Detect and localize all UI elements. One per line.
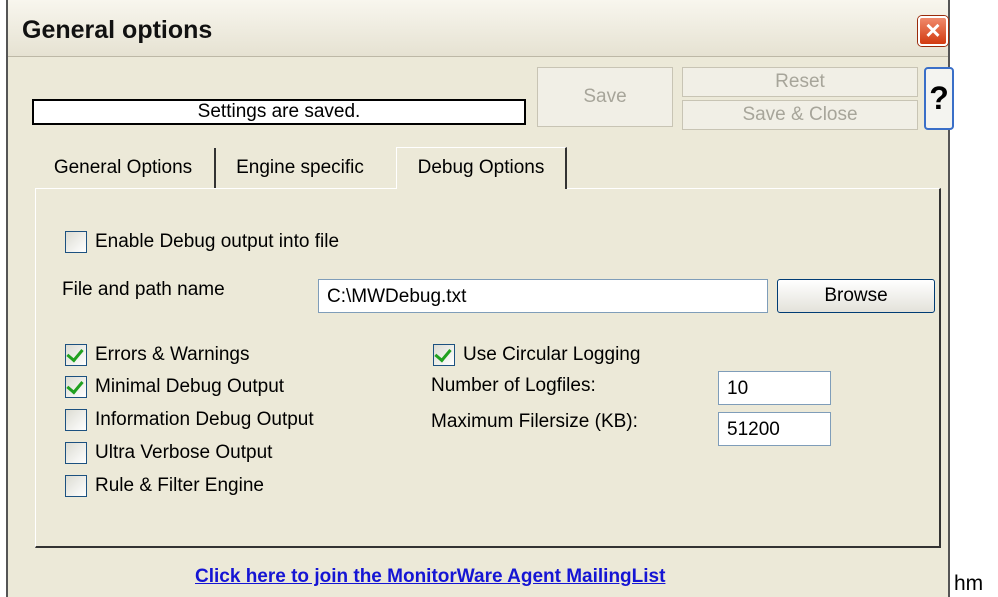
outside-text: hm	[954, 572, 984, 595]
file-path-field[interactable]: C:\MWDebug.txt	[318, 279, 768, 313]
tab-general-options[interactable]: General Options	[32, 148, 216, 188]
minimal-debug-label: Minimal Debug Output	[95, 376, 285, 397]
close-icon: ×	[925, 15, 941, 45]
mailing-list-link[interactable]: Click here to join the MonitorWare Agent…	[195, 566, 665, 588]
enable-debug-checkbox[interactable]	[65, 231, 87, 253]
check-icon	[66, 344, 84, 363]
browse-button[interactable]: Browse	[777, 279, 935, 313]
status-text: Settings are saved.	[32, 99, 526, 125]
rule-filter-checkbox[interactable]	[65, 475, 87, 497]
check-icon	[434, 344, 452, 363]
errors-warnings-checkbox[interactable]	[65, 344, 87, 366]
ultra-verbose-checkbox[interactable]	[65, 442, 87, 464]
errors-warnings-label: Errors & Warnings	[95, 344, 250, 365]
information-debug-label: Information Debug Output	[95, 409, 314, 430]
max-filesize-field[interactable]: 51200	[718, 412, 831, 446]
rule-filter-label: Rule & Filter Engine	[95, 475, 264, 496]
help-button[interactable]: ?	[924, 67, 954, 130]
tab-debug-options[interactable]: Debug Options	[396, 147, 567, 189]
max-filesize-label: Maximum Filersize (KB):	[431, 411, 638, 432]
minimal-debug-checkbox[interactable]	[65, 376, 87, 398]
save-close-button[interactable]: Save & Close	[682, 100, 918, 130]
save-button[interactable]: Save	[537, 67, 673, 127]
num-logfiles-field[interactable]: 10	[718, 371, 831, 405]
information-debug-checkbox[interactable]	[65, 409, 87, 431]
tab-engine-specific[interactable]: Engine specific	[216, 148, 384, 188]
general-options-window: General options × Settings are saved. Sa…	[6, 0, 954, 597]
close-button[interactable]: ×	[918, 16, 948, 46]
check-icon	[66, 376, 84, 395]
circular-logging-checkbox[interactable]	[433, 344, 455, 366]
title-bar: General options	[8, 0, 948, 57]
window-title: General options	[22, 16, 213, 44]
circular-logging-label: Use Circular Logging	[463, 344, 641, 365]
ultra-verbose-label: Ultra Verbose Output	[95, 442, 273, 463]
reset-button[interactable]: Reset	[682, 67, 918, 97]
file-path-label: File and path name	[62, 279, 225, 300]
enable-debug-label: Enable Debug output into file	[95, 231, 340, 252]
num-logfiles-label: Number of Logfiles:	[431, 375, 596, 396]
help-icon: ?	[929, 80, 949, 116]
